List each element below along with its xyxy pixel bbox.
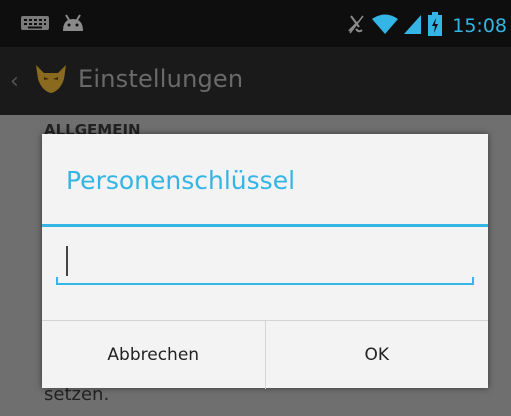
signal-icon (404, 13, 422, 39)
dialog-button-row: Abbrechen OK (42, 320, 488, 389)
text-cursor (66, 246, 68, 276)
cancel-button[interactable]: Abbrechen (42, 321, 265, 389)
status-time: 15:08 (452, 15, 507, 37)
title-divider (42, 224, 488, 227)
action-bar-title: Einstellungen (78, 65, 244, 93)
status-bar: 15:08 (0, 0, 511, 47)
mute-icon (346, 13, 366, 39)
ok-button[interactable]: OK (266, 321, 489, 389)
android-icon (60, 13, 86, 37)
input-underline-right-tick (472, 277, 474, 285)
back-chevron-icon[interactable]: ‹ (10, 69, 19, 94)
person-key-input[interactable] (56, 240, 474, 284)
action-bar: ‹ Einstellungen (0, 47, 511, 115)
battery-charging-icon (428, 12, 443, 40)
dialog-title: Personenschlüssel (66, 166, 296, 195)
wifi-icon (372, 13, 399, 39)
fox-app-icon[interactable] (34, 63, 68, 99)
person-key-dialog: Personenschlüssel Abbrechen OK (42, 134, 488, 389)
input-underline (56, 283, 474, 285)
keyboard-icon (20, 14, 50, 36)
